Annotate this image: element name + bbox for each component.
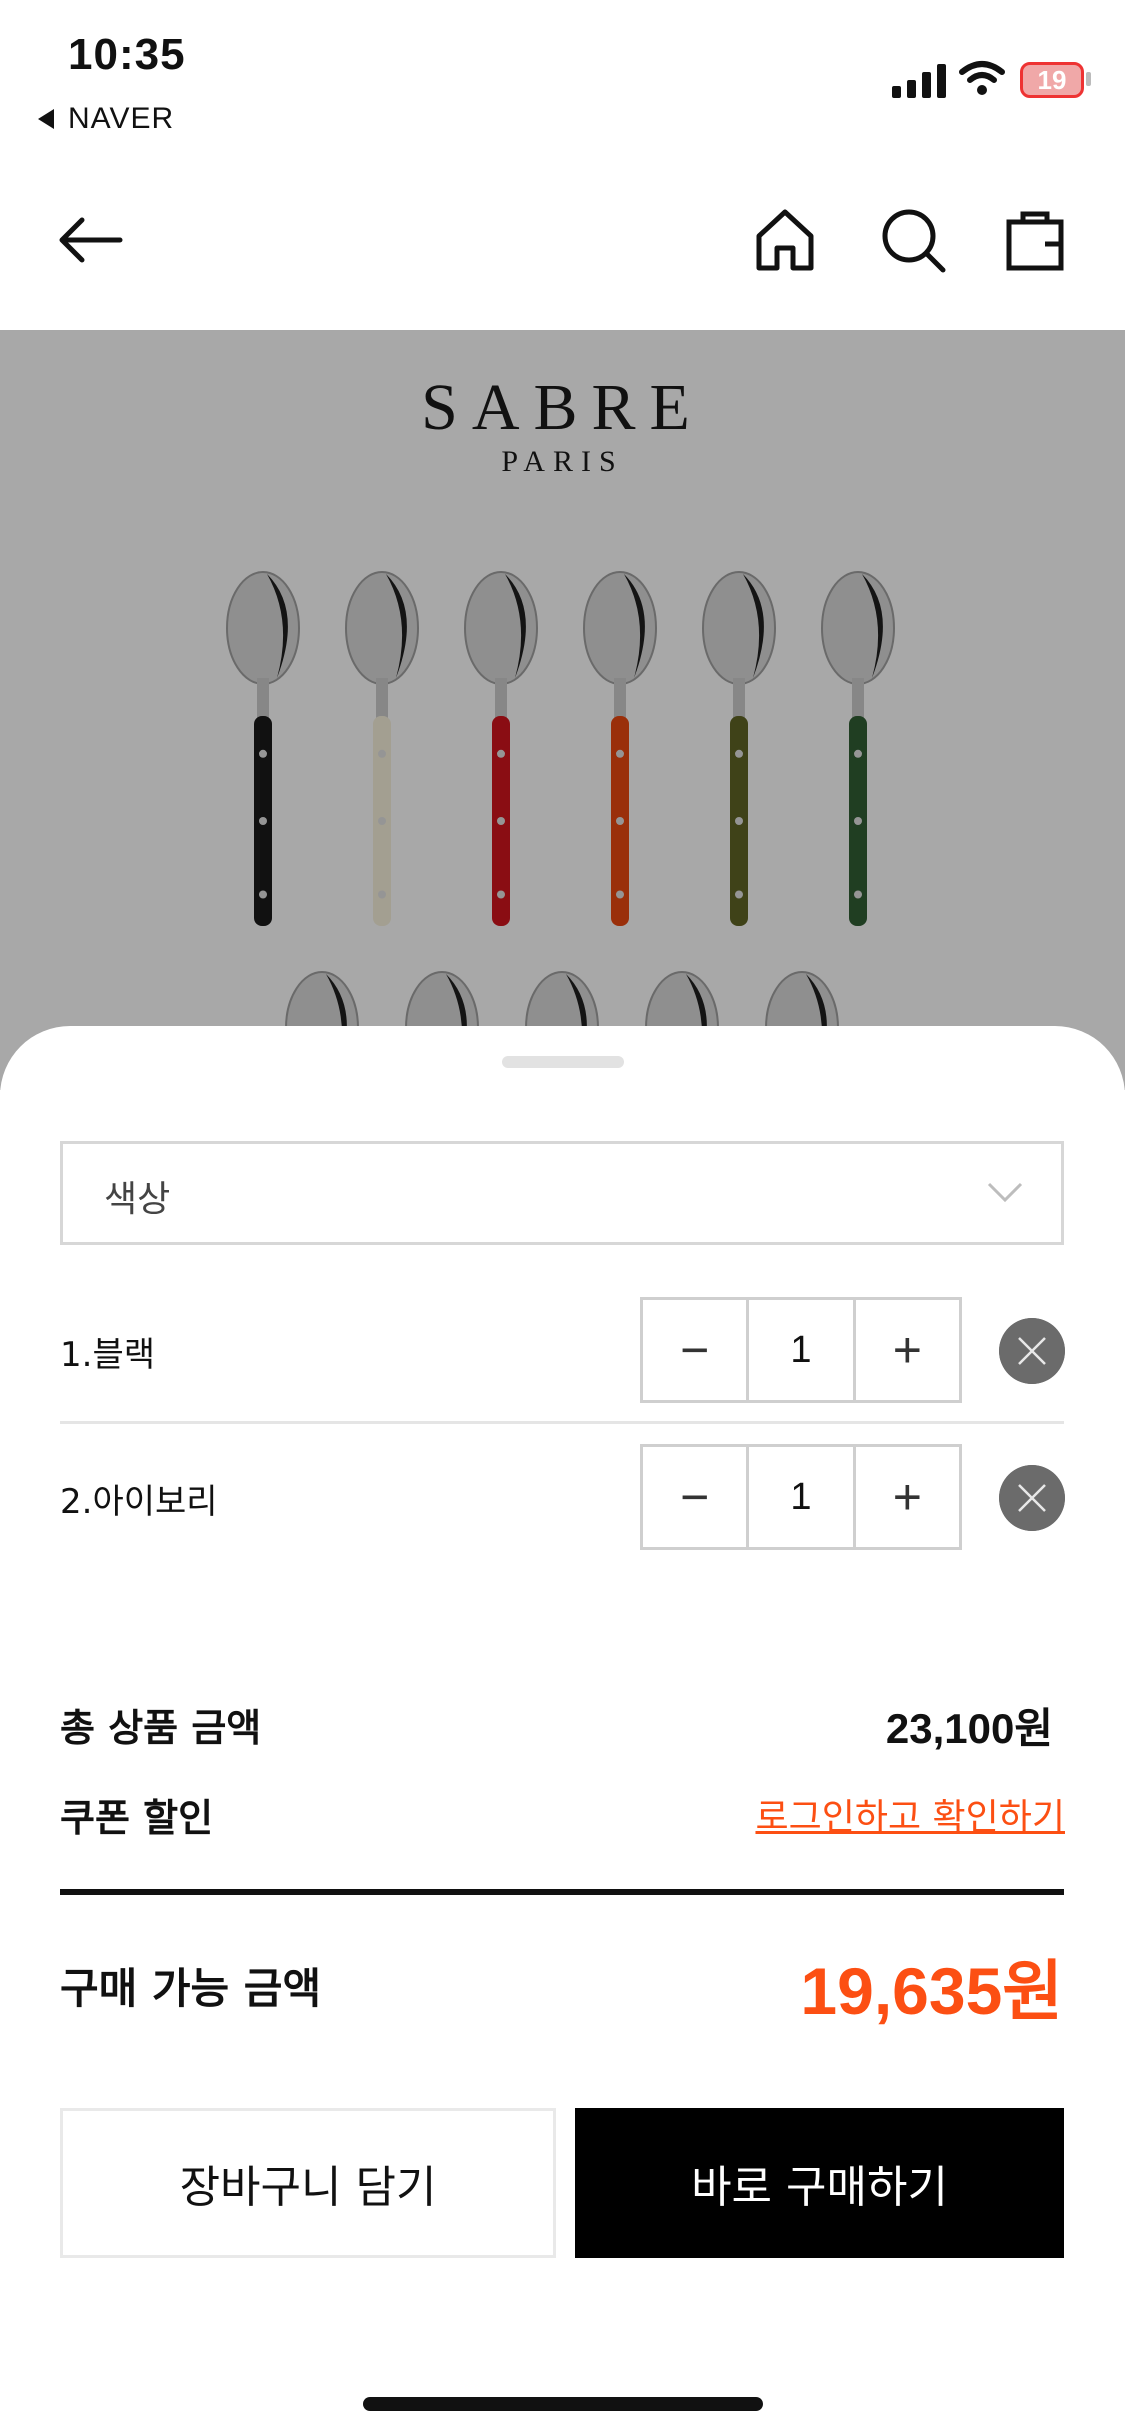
increase-button[interactable]: + — [852, 1300, 959, 1400]
quantity-value: 1 — [790, 1475, 812, 1518]
add-to-cart-label: 장바구니 담기 — [179, 2162, 437, 2213]
total-label: 총 상품 금액 — [60, 1706, 262, 1750]
battery-cap — [1086, 72, 1091, 86]
remove-option-button[interactable] — [999, 1318, 1065, 1384]
total-value: 23,100원 — [885, 1705, 1053, 1752]
quantity-stepper: − 1 + — [640, 1444, 962, 1550]
add-to-cart-button[interactable]: 장바구니 담기 — [60, 2108, 556, 2258]
buy-now-button[interactable]: 바로 구매하기 — [575, 2108, 1064, 2258]
final-price-value: 19,635원 — [800, 1954, 1063, 2028]
quantity-stepper: − 1 + — [640, 1297, 962, 1403]
home-indicator[interactable] — [363, 2397, 763, 2411]
increase-button[interactable]: + — [852, 1447, 959, 1547]
cellular-signal-icon — [892, 64, 946, 98]
summary-divider — [60, 1889, 1064, 1895]
arrow-left-icon[interactable] — [50, 200, 130, 280]
sheet-grabber[interactable] — [502, 1056, 624, 1068]
quantity-value: 1 — [790, 1328, 812, 1371]
coupon-label: 쿠폰 할인 — [60, 1796, 214, 1840]
buy-now-label: 바로 구매하기 — [691, 2162, 948, 2213]
final-price-label: 구매 가능 금액 — [60, 1964, 322, 2013]
option-label: 1.블랙 — [60, 1335, 155, 1375]
decrease-button[interactable]: − — [643, 1300, 750, 1400]
search-icon[interactable] — [873, 200, 953, 280]
decrease-button[interactable]: − — [643, 1447, 750, 1547]
remove-option-button[interactable] — [999, 1465, 1065, 1531]
shopping-bag-icon[interactable] — [995, 200, 1075, 280]
back-to-app-link[interactable]: NAVER — [38, 102, 174, 136]
battery-icon: 19 — [1020, 62, 1084, 98]
battery-level: 19 — [1037, 64, 1067, 95]
chevron-down-icon — [987, 1182, 1023, 1203]
back-app-label: NAVER — [68, 102, 175, 135]
coupon-login-link[interactable]: 로그인하고 확인하기 — [755, 1788, 1065, 1840]
color-select-label: 색상 — [104, 1179, 171, 1220]
option-label: 2.아이보리 — [60, 1482, 218, 1522]
back-triangle-icon — [38, 109, 54, 129]
status-time: 10:35 — [68, 30, 186, 79]
image-dim-overlay — [0, 330, 1125, 1090]
wifi-icon — [959, 61, 1005, 95]
home-icon[interactable] — [745, 200, 825, 280]
option-divider — [60, 1421, 1064, 1424]
color-select[interactable] — [60, 1141, 1064, 1245]
